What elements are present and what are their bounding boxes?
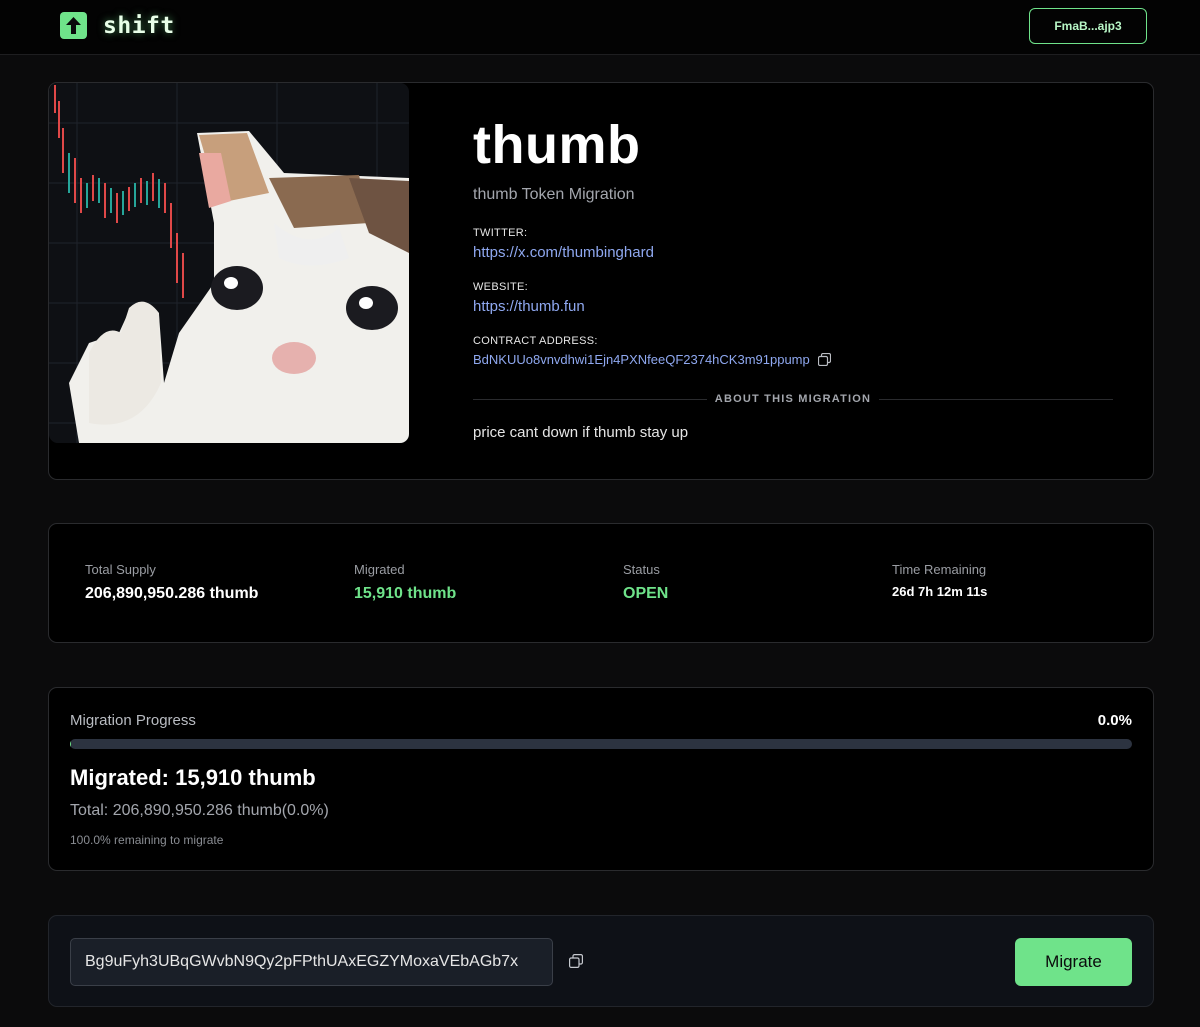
migrated-amount: Migrated: 15,910 thumb (70, 765, 316, 790)
twitter-label: TWITTER: (473, 227, 528, 239)
remaining-line: 100.0% remaining to migrate (70, 833, 224, 847)
logo-text: shift (103, 12, 175, 39)
about-text: price cant down if thumb stay up (473, 424, 689, 441)
contract-field: CONTRACT ADDRESS: BdNKUUo8vnvdhwi1Ejn4PX… (473, 335, 832, 367)
about-heading: ABOUT THIS MIGRATION (714, 393, 872, 405)
contract-row: BdNKUUo8vnvdhwi1Ejn4PXNfeeQF2374hCK3m91p… (473, 352, 832, 367)
stat-label: Time Remaining (892, 562, 987, 577)
progress-title: Migration Progress (70, 712, 196, 729)
token-meme-image (49, 83, 409, 443)
logo[interactable]: shift (60, 12, 175, 39)
contract-label: CONTRACT ADDRESS: (473, 335, 598, 347)
top-nav: shift FmaB...ajp3 (0, 0, 1200, 55)
stat-status: Status OPEN (623, 562, 668, 603)
stat-label: Status (623, 562, 660, 577)
token-card: thumb thumb Token Migration TWITTER: htt… (48, 82, 1154, 480)
stat-time-remaining: Time Remaining 26d 7h 12m 11s (892, 562, 987, 599)
address-input[interactable] (70, 938, 553, 986)
about-divider: ABOUT THIS MIGRATION (473, 392, 1113, 406)
stat-value: 26d 7h 12m 11s (892, 584, 988, 599)
arrow-up-icon (60, 12, 87, 39)
progress-fill (70, 739, 71, 749)
progress-card: Migration Progress 0.0% Migrated: 15,910… (48, 687, 1154, 871)
twitter-field: TWITTER: https://x.com/thumbinghard (473, 227, 654, 261)
divider-line-right (879, 398, 1113, 400)
twitter-link[interactable]: https://x.com/thumbinghard (473, 244, 654, 261)
website-link[interactable]: https://thumb.fun (473, 298, 585, 315)
website-label: WEBSITE: (473, 281, 528, 293)
stat-label: Migrated (354, 562, 405, 577)
stats-card: Total Supply 206,890,950.286 thumb Migra… (48, 523, 1154, 643)
migrate-button[interactable]: Migrate (1015, 938, 1132, 986)
status-badge: OPEN (623, 585, 669, 602)
token-name: thumb (473, 115, 641, 175)
wallet-button[interactable]: FmaB...ajp3 (1029, 8, 1147, 44)
website-field: WEBSITE: https://thumb.fun (473, 281, 585, 315)
progress-percent: 0.0% (1097, 712, 1132, 729)
stat-total-supply: Total Supply 206,890,950.286 thumb (85, 562, 258, 603)
contract-address[interactable]: BdNKUUo8vnvdhwi1Ejn4PXNfeeQF2374hCK3m91p… (473, 352, 810, 367)
token-image (49, 83, 409, 443)
copy-icon[interactable] (817, 352, 832, 367)
stat-migrated: Migrated 15,910 thumb (354, 562, 456, 603)
token-subtitle: thumb Token Migration (473, 185, 635, 203)
stat-value: 15,910 thumb (354, 585, 457, 602)
divider-line-left (473, 398, 707, 400)
stat-value: 206,890,950.286 thumb (85, 585, 259, 602)
progress-bar (70, 739, 1132, 749)
stat-label: Total Supply (85, 562, 156, 577)
copy-icon[interactable] (569, 954, 584, 969)
token-info: thumb thumb Token Migration TWITTER: htt… (473, 113, 1113, 441)
migrate-card: Migrate (48, 915, 1154, 1007)
total-line: Total: 206,890,950.286 thumb(0.0%) (70, 802, 329, 819)
